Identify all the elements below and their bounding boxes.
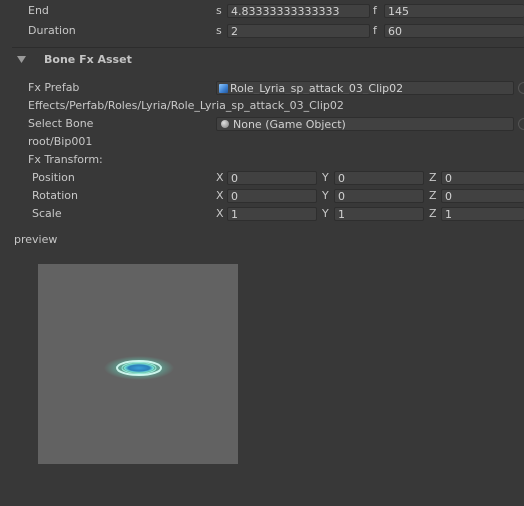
position-z-axis: Z xyxy=(429,171,437,184)
triangle-down-icon[interactable] xyxy=(17,56,26,64)
position-y-axis: Y xyxy=(322,171,329,184)
rotation-y-axis: Y xyxy=(322,189,329,202)
gameobject-ball-icon xyxy=(221,120,229,128)
position-z-field[interactable]: 0 xyxy=(441,171,524,185)
end-seconds-field[interactable]: 4.83333333333333 xyxy=(227,4,370,18)
bone-fx-asset-header[interactable]: Bone Fx Asset xyxy=(44,53,132,67)
end-frames-prefix: f xyxy=(373,4,377,17)
position-label: Position xyxy=(32,171,75,184)
fx-ring-preview xyxy=(104,356,174,380)
duration-seconds-field[interactable]: 2 xyxy=(227,24,370,38)
scale-z-field[interactable]: 1 xyxy=(441,207,524,221)
position-y-field[interactable]: 0 xyxy=(334,171,424,185)
position-x-field[interactable]: 0 xyxy=(227,171,317,185)
fx-prefab-picker-icon[interactable] xyxy=(518,82,524,94)
prefab-cube-icon xyxy=(219,84,228,93)
end-label: End xyxy=(28,4,49,17)
section-divider xyxy=(12,47,524,48)
duration-seconds-prefix: s xyxy=(216,24,222,37)
preview-label: preview xyxy=(14,233,58,246)
duration-frames-field[interactable]: 60 xyxy=(384,24,524,38)
fx-transform-label: Fx Transform: xyxy=(28,153,103,166)
select-bone-label: Select Bone xyxy=(28,117,94,130)
scale-label: Scale xyxy=(32,207,62,220)
rotation-y-field[interactable]: 0 xyxy=(334,189,424,203)
fx-prefab-path: Effects/Perfab/Roles/Lyria/Role_Lyria_sp… xyxy=(28,99,344,112)
position-x-axis: X xyxy=(216,171,224,184)
duration-frames-prefix: f xyxy=(373,24,377,37)
fx-prefab-value: Role_Lyria_sp_attack_03_Clip02 xyxy=(230,82,404,95)
select-bone-picker-icon[interactable] xyxy=(518,118,524,130)
preview-viewport[interactable] xyxy=(38,264,238,464)
scale-y-field[interactable]: 1 xyxy=(334,207,424,221)
scale-x-axis: X xyxy=(216,207,224,220)
select-bone-value: None (Game Object) xyxy=(233,118,346,131)
rotation-x-axis: X xyxy=(216,189,224,202)
end-frames-field[interactable]: 145 xyxy=(384,4,524,18)
select-bone-field[interactable]: None (Game Object) xyxy=(216,117,514,131)
scale-z-axis: Z xyxy=(429,207,437,220)
rotation-label: Rotation xyxy=(32,189,79,202)
rotation-x-field[interactable]: 0 xyxy=(227,189,317,203)
scale-y-axis: Y xyxy=(322,207,329,220)
end-seconds-prefix: s xyxy=(216,4,222,17)
duration-label: Duration xyxy=(28,24,76,37)
rotation-z-axis: Z xyxy=(429,189,437,202)
fx-prefab-label: Fx Prefab xyxy=(28,81,80,94)
fx-prefab-field[interactable]: Role_Lyria_sp_attack_03_Clip02 xyxy=(216,81,514,95)
rotation-z-field[interactable]: 0 xyxy=(441,189,524,203)
bone-path: root/Bip001 xyxy=(28,135,93,148)
scale-x-field[interactable]: 1 xyxy=(227,207,317,221)
